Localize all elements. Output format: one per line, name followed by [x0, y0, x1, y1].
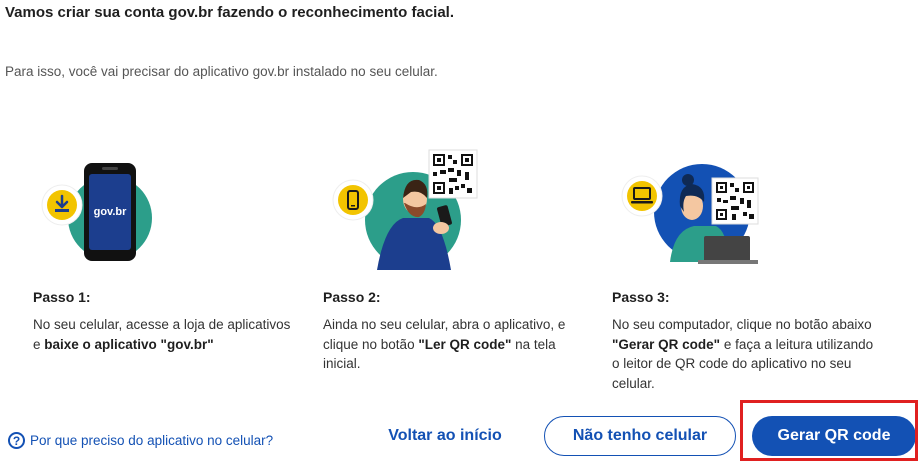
step1-text: No seu celular, acesse a loja de aplicat… — [33, 315, 295, 354]
mobile-phone-icon — [332, 179, 374, 221]
page-heading: Vamos criar sua conta gov.br fazendo o r… — [5, 4, 455, 21]
help-link-label: Por que preciso do aplicativo no celular… — [30, 433, 274, 448]
step3-text-part: No seu computador, clique no botão abaix… — [612, 317, 872, 332]
step1-illustration: gov.br — [41, 163, 152, 261]
step3-illustration — [621, 164, 759, 264]
step3-title: Passo 3: — [612, 289, 670, 305]
page: Vamos criar sua conta gov.br fazendo o r… — [0, 0, 920, 463]
help-link[interactable]: ? Por que preciso do aplicativo no celul… — [8, 432, 273, 449]
step2-text: Ainda no seu celular, abra o aplicativo,… — [323, 315, 585, 374]
back-to-start-button[interactable]: Voltar ao início — [372, 416, 518, 456]
intro-text: Para isso, você vai precisar do aplicati… — [5, 64, 438, 79]
generate-qr-code-button[interactable]: Gerar QR code — [752, 416, 916, 456]
no-phone-button[interactable]: Não tenho celular — [544, 416, 736, 456]
step1-text-bold: baixe o aplicativo "gov.br" — [44, 336, 214, 352]
qr-code-image — [711, 177, 759, 225]
step2-text-bold: "Ler QR code" — [418, 336, 512, 352]
step3-text: No seu computador, clique no botão abaix… — [612, 315, 874, 393]
laptop-icon — [621, 175, 663, 217]
step2-illustration — [332, 149, 478, 270]
step3-text-bold: "Gerar QR code" — [612, 336, 721, 352]
qr-code-image — [428, 149, 478, 199]
download-icon — [41, 184, 83, 226]
govbr-logo: gov.br — [94, 206, 128, 218]
step1-title: Passo 1: — [33, 289, 91, 305]
question-circle-icon: ? — [8, 432, 25, 449]
step2-title: Passo 2: — [323, 289, 381, 305]
